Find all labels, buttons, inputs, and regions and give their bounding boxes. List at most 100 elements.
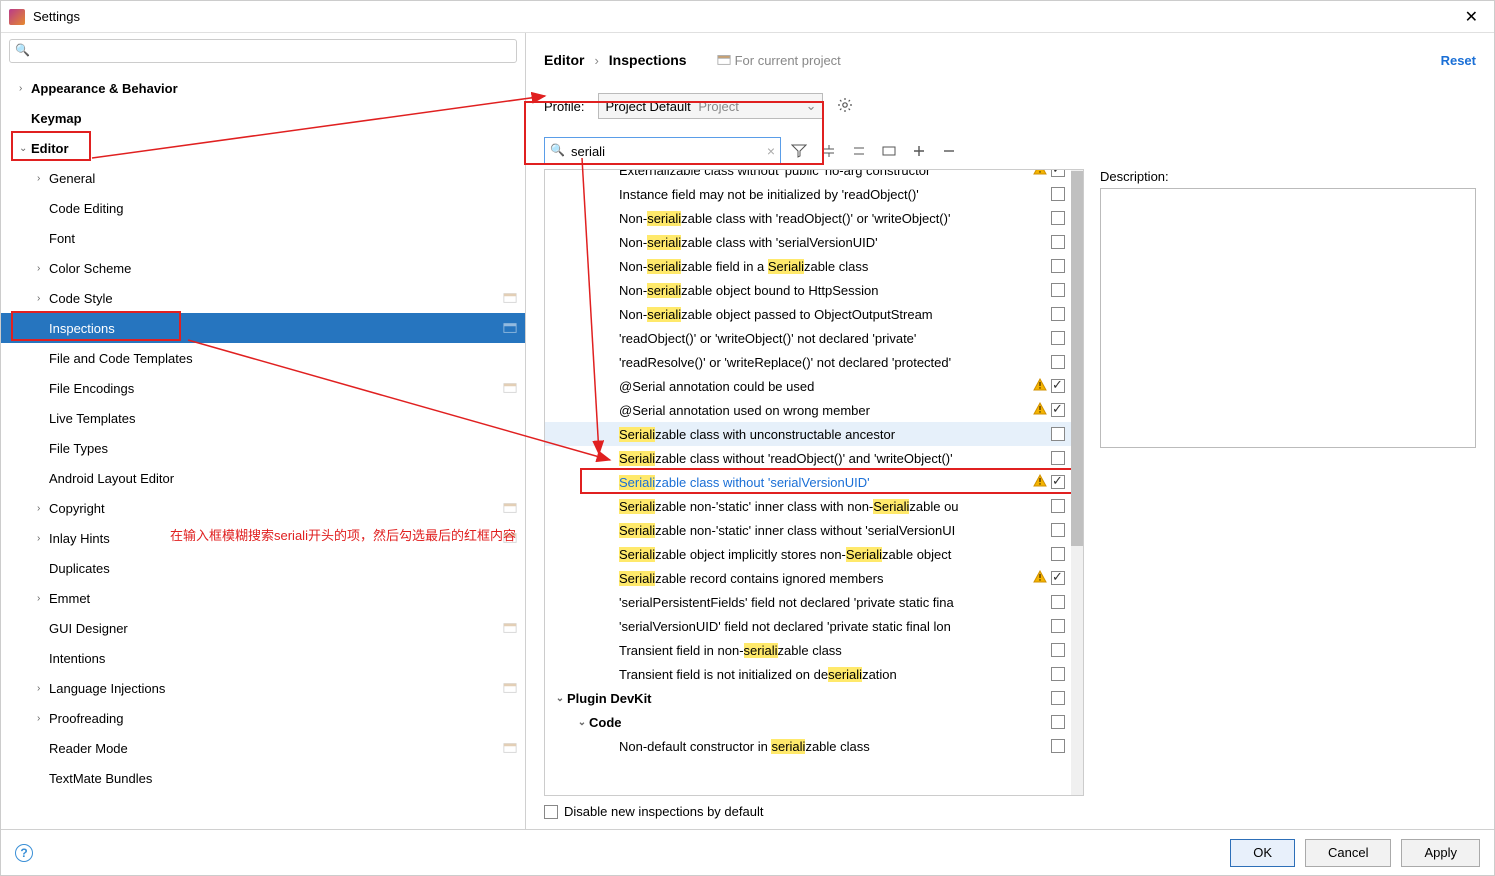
inspection-checkbox[interactable]	[1051, 211, 1065, 225]
sidebar-item-emmet[interactable]: ›Emmet	[1, 583, 525, 613]
inspection-checkbox[interactable]	[1051, 523, 1065, 537]
inspection-checkbox[interactable]	[1051, 331, 1065, 345]
sidebar-item-code-editing[interactable]: Code Editing	[1, 193, 525, 223]
ok-button[interactable]: OK	[1230, 839, 1295, 867]
profile-dropdown[interactable]: Project Default Project ⌄	[598, 93, 823, 119]
sidebar-item-inlay-hints[interactable]: ›Inlay Hints	[1, 523, 525, 553]
inspection-search-input[interactable]	[544, 137, 781, 165]
sidebar-item-keymap[interactable]: Keymap	[1, 103, 525, 133]
inspection-checkbox[interactable]	[1051, 187, 1065, 201]
inspection-row[interactable]: Serializable class with unconstructable …	[545, 422, 1071, 446]
expand-all-icon[interactable]	[817, 139, 841, 163]
inspection-checkbox[interactable]	[1051, 691, 1065, 705]
inspection-checkbox[interactable]	[1051, 355, 1065, 369]
sidebar-item-proofreading[interactable]: ›Proofreading	[1, 703, 525, 733]
inspection-row[interactable]: Serializable non-'static' inner class wi…	[545, 494, 1071, 518]
close-icon[interactable]: ✕	[1457, 3, 1486, 31]
clear-icon[interactable]: ×	[767, 143, 775, 159]
sidebar-item-appearance-behavior[interactable]: ›Appearance & Behavior	[1, 73, 525, 103]
inspection-checkbox[interactable]	[1051, 595, 1065, 609]
inspection-row[interactable]: Serializable record contains ignored mem…	[545, 566, 1071, 590]
sidebar-item-file-encodings[interactable]: File Encodings	[1, 373, 525, 403]
inspection-row[interactable]: Non-serializable object passed to Object…	[545, 302, 1071, 326]
inspection-checkbox[interactable]	[1051, 235, 1065, 249]
sidebar-item-file-and-code-templates[interactable]: File and Code Templates	[1, 343, 525, 373]
inspection-checkbox[interactable]	[1051, 307, 1065, 321]
gear-icon[interactable]	[837, 97, 853, 116]
scrollbar[interactable]	[1071, 170, 1083, 795]
sidebar-search-input[interactable]	[9, 39, 517, 63]
settings-tree[interactable]: ›Appearance & BehaviorKeymap⌄Editor›Gene…	[1, 69, 525, 829]
apply-button[interactable]: Apply	[1401, 839, 1480, 867]
inspection-row[interactable]: ⌄Code	[545, 710, 1071, 734]
inspection-row[interactable]: 'readResolve()' or 'writeReplace()' not …	[545, 350, 1071, 374]
inspection-checkbox[interactable]	[1051, 499, 1065, 513]
inspection-row[interactable]: Transient field is not initialized on de…	[545, 662, 1071, 686]
inspection-row[interactable]: Non-serializable class with 'readObject(…	[545, 206, 1071, 230]
inspection-checkbox[interactable]	[1051, 283, 1065, 297]
sidebar-item-intentions[interactable]: Intentions	[1, 643, 525, 673]
inspection-row[interactable]: Serializable non-'static' inner class wi…	[545, 518, 1071, 542]
inspection-row[interactable]: @Serial annotation could be used	[545, 374, 1071, 398]
inspection-checkbox[interactable]	[1051, 170, 1065, 177]
reset-link[interactable]: Reset	[1441, 53, 1476, 68]
inspection-row[interactable]: 'serialPersistentFields' field not decla…	[545, 590, 1071, 614]
inspection-row[interactable]: Non-serializable object bound to HttpSes…	[545, 278, 1071, 302]
breadcrumb-root[interactable]: Editor	[544, 52, 584, 68]
inspection-row[interactable]: Non-serializable class with 'serialVersi…	[545, 230, 1071, 254]
sidebar-item-textmate-bundles[interactable]: TextMate Bundles	[1, 763, 525, 793]
inspection-checkbox[interactable]	[1051, 427, 1065, 441]
help-icon[interactable]: ?	[15, 844, 33, 862]
inspection-checkbox[interactable]	[1051, 379, 1065, 393]
inspection-checkbox[interactable]	[1051, 643, 1065, 657]
sidebar-item-color-scheme[interactable]: ›Color Scheme	[1, 253, 525, 283]
sidebar-item-inspections[interactable]: Inspections	[1, 313, 525, 343]
inspection-row[interactable]: Non-default constructor in serializable …	[545, 734, 1071, 758]
inspection-checkbox[interactable]	[1051, 403, 1065, 417]
add-icon[interactable]	[907, 139, 931, 163]
sidebar-item-file-types[interactable]: File Types	[1, 433, 525, 463]
inspection-row[interactable]: Externalizable class without 'public' no…	[545, 170, 1071, 182]
remove-icon[interactable]	[937, 139, 961, 163]
inspection-checkbox[interactable]	[1051, 475, 1065, 489]
inspection-row[interactable]: Serializable class without 'readObject()…	[545, 446, 1071, 470]
sidebar-item-code-style[interactable]: ›Code Style	[1, 283, 525, 313]
sidebar-item-duplicates[interactable]: Duplicates	[1, 553, 525, 583]
inspection-row[interactable]: 'serialVersionUID' field not declared 'p…	[545, 614, 1071, 638]
inspection-checkbox[interactable]	[1051, 715, 1065, 729]
inspection-checkbox[interactable]	[1051, 451, 1065, 465]
inspection-checkbox[interactable]	[1051, 739, 1065, 753]
inspection-list[interactable]: Externalizable class without 'public' no…	[545, 170, 1071, 795]
sidebar-item-gui-designer[interactable]: GUI Designer	[1, 613, 525, 643]
chevron-icon: ⌄	[575, 717, 589, 728]
sidebar-item-editor[interactable]: ⌄Editor	[1, 133, 525, 163]
inspection-checkbox[interactable]	[1051, 547, 1065, 561]
sidebar-item-language-injections[interactable]: ›Language Injections	[1, 673, 525, 703]
sidebar-item-copyright[interactable]: ›Copyright	[1, 493, 525, 523]
inspection-checkbox[interactable]	[1051, 259, 1065, 273]
inspection-row[interactable]: Serializable class without 'serialVersio…	[545, 470, 1071, 494]
filter-icon[interactable]	[787, 139, 811, 163]
inspection-row[interactable]: Non-serializable field in a Serializable…	[545, 254, 1071, 278]
project-icon	[503, 321, 517, 335]
inspection-checkbox[interactable]	[1051, 619, 1065, 633]
sidebar-item-general[interactable]: ›General	[1, 163, 525, 193]
sidebar-item-reader-mode[interactable]: Reader Mode	[1, 733, 525, 763]
inspection-checkbox[interactable]	[1051, 571, 1065, 585]
inspection-row[interactable]: Transient field in non-serializable clas…	[545, 638, 1071, 662]
inspection-row[interactable]: Serializable object implicitly stores no…	[545, 542, 1071, 566]
inspection-row[interactable]: @Serial annotation used on wrong member	[545, 398, 1071, 422]
chevron-icon: ›	[37, 503, 49, 514]
cancel-button[interactable]: Cancel	[1305, 839, 1391, 867]
inspection-row[interactable]: ⌄Plugin DevKit	[545, 686, 1071, 710]
collapse-all-icon[interactable]	[847, 139, 871, 163]
sidebar-item-android-layout-editor[interactable]: Android Layout Editor	[1, 463, 525, 493]
inspection-checkbox[interactable]	[1051, 667, 1065, 681]
disable-new-inspections-checkbox[interactable]	[544, 805, 558, 819]
sidebar-item-live-templates[interactable]: Live Templates	[1, 403, 525, 433]
sidebar-item-font[interactable]: Font	[1, 223, 525, 253]
inspection-row[interactable]: 'readObject()' or 'writeObject()' not de…	[545, 326, 1071, 350]
window-title: Settings	[33, 9, 1457, 24]
inspection-row[interactable]: Instance field may not be initialized by…	[545, 182, 1071, 206]
toggle-icon[interactable]	[877, 139, 901, 163]
